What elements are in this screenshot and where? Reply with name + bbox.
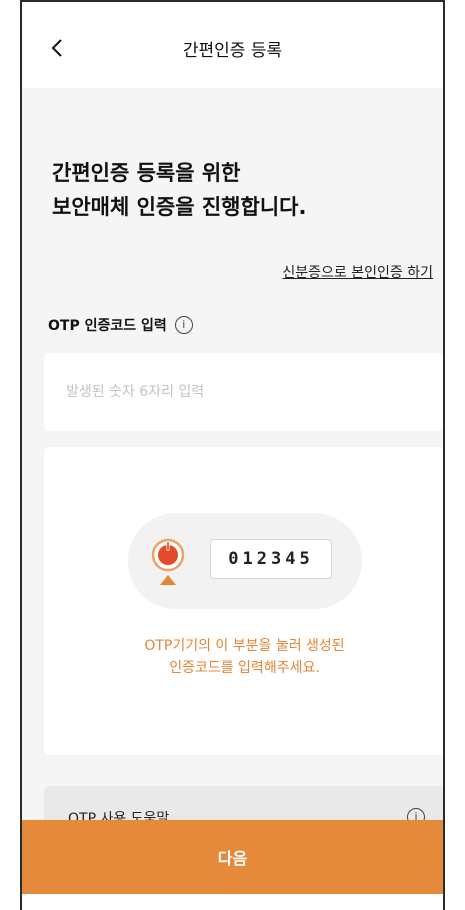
sample-otp-code: 012345 [210,539,332,579]
otp-guide-text: OTP기기의 이 부분을 눌러 생성된 인증코드를 입력해주세요. [44,635,443,679]
otp-label-row: OTP 인증코드 입력 i [48,315,193,335]
otp-guide-card: 012345 OTP기기의 이 부분을 눌러 생성된 인증코드를 입력해주세요. [44,447,443,755]
headline: 간편인증 등록을 위한 보안매체 인증을 진행합니다. [52,156,306,224]
otp-power-button-icon [151,538,185,585]
info-icon[interactable]: i [174,316,193,334]
id-card-auth-link[interactable]: 신분증으로 본인인증 하기 [282,262,433,282]
bottom-safe-area [22,894,443,910]
otp-code-input[interactable] [44,353,443,431]
headline-line-2: 보안매체 인증을 진행합니다. [52,195,307,219]
guide-text-line-2: 인증코드를 입력해주세요. [169,660,320,676]
page-title: 간편인증 등록 [182,41,283,61]
otp-code-label: OTP 인증코드 입력 [48,318,167,334]
otp-device-illustration: 012345 [128,513,362,609]
headline-line-1: 간편인증 등록을 위한 [52,161,241,185]
guide-text-line-1: OTP기기의 이 부분을 눌러 생성된 [144,638,345,654]
app-screen: 간편인증 등록 간편인증 등록을 위한 보안매체 인증을 진행합니다. 신분증으… [20,0,445,910]
top-bar: 간편인증 등록 [22,0,443,88]
next-button[interactable]: 다음 [22,820,443,894]
